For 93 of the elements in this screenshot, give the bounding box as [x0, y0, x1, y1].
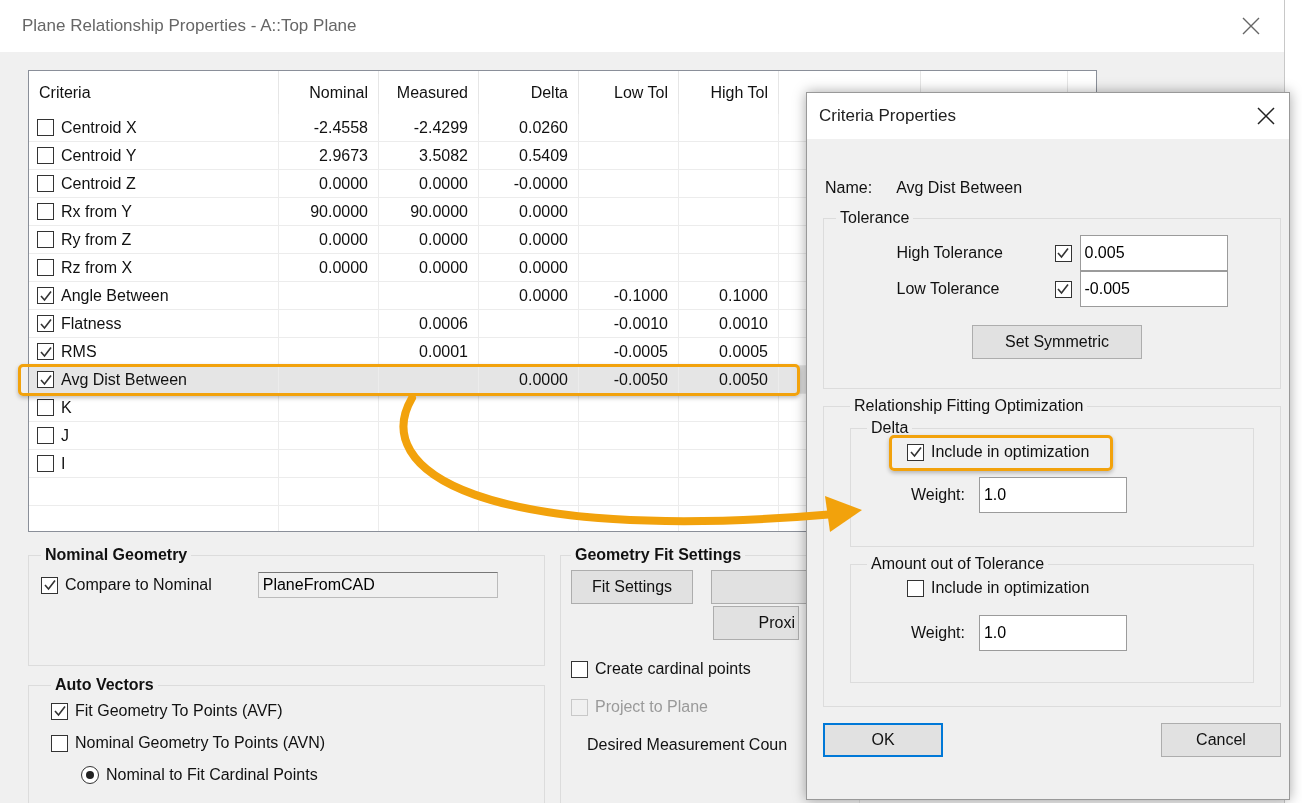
check-icon — [38, 288, 53, 303]
table-cell: 0.5409 — [519, 146, 568, 165]
dialog-title: Criteria Properties — [819, 106, 956, 126]
check-icon — [52, 704, 67, 718]
table-cell: 90.0000 — [410, 202, 468, 221]
table-cell: 0.0005 — [719, 342, 768, 361]
proximity-button[interactable]: Proxi — [713, 606, 799, 640]
check-icon — [38, 344, 53, 359]
table-cell: -0.0050 — [613, 370, 668, 389]
group-title: Tolerance — [839, 209, 911, 227]
table-cell: -0.0010 — [613, 314, 668, 333]
table-cell: 0.0050 — [719, 370, 768, 389]
table-cell: 0.0000 — [519, 230, 568, 249]
table-cell: 0.0010 — [719, 314, 768, 333]
check-icon — [1056, 282, 1070, 296]
check-icon — [38, 372, 53, 387]
table-cell: 0.0000 — [319, 174, 368, 193]
column-header[interactable]: Nominal — [279, 71, 379, 114]
cancel-button[interactable]: Cancel — [1161, 723, 1281, 757]
check-icon — [908, 445, 923, 459]
checkbox[interactable] — [1054, 244, 1072, 262]
field-label: High Tolerance — [896, 244, 1004, 262]
table-cell: 0.0000 — [519, 202, 568, 221]
field-label: Desired Measurement Coun — [587, 736, 789, 754]
table-cell: 90.0000 — [310, 202, 368, 221]
table-cell: 0.0000 — [519, 286, 568, 305]
table-cell: -0.0005 — [613, 342, 668, 361]
criteria-checkbox[interactable]: RMS — [37, 342, 97, 361]
table-cell: 0.0000 — [519, 258, 568, 277]
weight-field[interactable]: 1.0 — [978, 477, 1127, 513]
table-cell: -2.4558 — [313, 118, 368, 137]
check-icon — [1056, 246, 1070, 260]
window-title: Plane Relationship Properties - A::Top Plane — [22, 16, 357, 36]
table-cell: 3.5082 — [419, 146, 468, 165]
field-label: Weight: — [911, 623, 965, 642]
group-title: Nominal Geometry — [44, 546, 189, 564]
table-cell: 2.9673 — [319, 146, 368, 165]
criteria-checkbox[interactable]: Centroid Z — [37, 174, 136, 193]
field-label: Low Tolerance — [896, 280, 1001, 298]
checkbox[interactable] — [1054, 280, 1072, 298]
criteria-checkbox[interactable]: Centroid Y — [37, 146, 137, 165]
criteria-name: Avg Dist Between — [896, 179, 1023, 197]
criteria-checkbox[interactable]: Rx from Y — [37, 202, 132, 221]
check-icon — [38, 316, 53, 331]
criteria-checkbox[interactable]: Ry from Z — [37, 230, 132, 249]
group-title: Delta — [870, 419, 910, 437]
table-cell: -0.0000 — [513, 174, 568, 193]
compare-checkbox[interactable]: Compare to Nominal — [41, 576, 212, 594]
criteria-checkbox[interactable]: J — [37, 426, 69, 445]
column-header[interactable]: Criteria — [29, 71, 279, 114]
group-title: Relationship Fitting Optimization — [853, 397, 1085, 415]
include-checkbox[interactable]: Include in optimization — [907, 579, 1090, 597]
close-icon[interactable] — [1257, 107, 1275, 125]
criteria-checkbox[interactable]: K — [37, 398, 72, 417]
table-cell: 0.1000 — [719, 286, 768, 305]
table-cell: 0.0006 — [419, 314, 468, 333]
column-header[interactable]: Delta — [479, 71, 579, 114]
table-cell: 0.0001 — [419, 342, 468, 361]
column-header[interactable]: Measured — [379, 71, 479, 114]
table-cell: 0.0000 — [319, 258, 368, 277]
table-cell: -0.1000 — [613, 286, 668, 305]
set-symmetric-button[interactable]: Set Symmetric — [972, 325, 1142, 359]
fit-settings-button[interactable]: Fit Settings — [571, 570, 694, 604]
table-cell: 0.0000 — [419, 174, 468, 193]
criteria-checkbox[interactable]: Angle Between — [37, 286, 169, 305]
nominal-name-field[interactable]: PlaneFromCAD — [257, 572, 498, 598]
include-checkbox[interactable]: Include in optimization — [907, 443, 1090, 461]
column-header[interactable]: High Tol — [679, 71, 779, 114]
group-title: Amount out of Tolerance — [870, 555, 1046, 573]
checkbox[interactable]: Create cardinal points — [571, 660, 859, 678]
ok-button[interactable]: OK — [823, 723, 943, 757]
group-title: Auto Vectors — [54, 676, 155, 694]
weight-field[interactable]: 1.0 — [978, 614, 1127, 651]
checkbox[interactable]: Fit Geometry To Points (AVF) — [51, 700, 532, 722]
check-icon — [42, 578, 57, 592]
group-title: Geometry Fit Settings — [574, 546, 743, 564]
field-label: Weight: — [911, 486, 965, 504]
field-label: Name: — [825, 179, 873, 197]
criteria-checkbox[interactable]: Centroid X — [37, 118, 137, 137]
table-cell: 0.0000 — [419, 230, 468, 249]
radio-button[interactable]: Nominal to Fit Cardinal Points — [81, 764, 532, 786]
table-cell: 0.0000 — [419, 258, 468, 277]
column-header[interactable]: Low Tol — [579, 71, 679, 114]
tolerance-field[interactable]: -0.005 — [1079, 271, 1228, 307]
checkbox[interactable]: Nominal Geometry To Points (AVN) — [51, 732, 532, 754]
criteria-checkbox[interactable]: Flatness — [37, 314, 122, 333]
table-cell: 0.0000 — [519, 370, 568, 389]
table-cell: 0.0000 — [319, 230, 368, 249]
table-cell: 0.0260 — [519, 118, 568, 137]
table-cell: -2.4299 — [413, 118, 468, 137]
criteria-checkbox[interactable]: Rz from X — [37, 258, 133, 277]
criteria-checkbox[interactable]: Avg Dist Between — [37, 370, 187, 389]
tolerance-field[interactable]: 0.005 — [1079, 235, 1228, 271]
